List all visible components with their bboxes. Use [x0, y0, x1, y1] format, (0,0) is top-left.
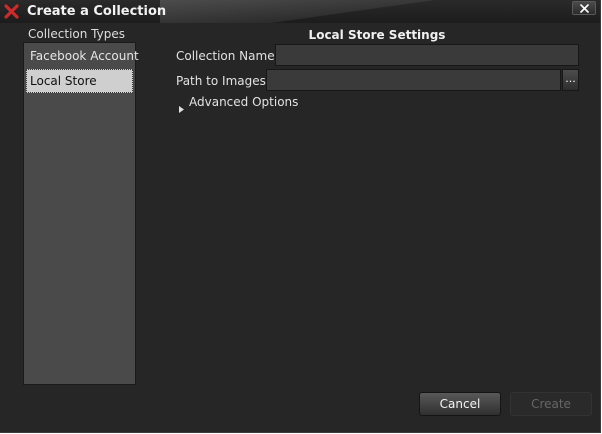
window-title: Create a Collection — [27, 4, 167, 19]
collection-type-local-store[interactable]: Local Store — [26, 69, 133, 93]
collection-type-facebook-account[interactable]: Facebook Account — [26, 44, 139, 68]
settings-heading: Local Store Settings — [308, 28, 446, 42]
path-to-images-input[interactable] — [266, 69, 561, 91]
path-to-images-label: Path to Images: — [176, 74, 270, 88]
collection-name-input[interactable] — [275, 44, 579, 66]
create-button[interactable]: Create — [510, 392, 592, 416]
collection-name-label: Collection Name: — [176, 49, 279, 63]
collection-types-list[interactable]: Facebook Account Local Store — [23, 42, 139, 385]
advanced-options-label: Advanced Options — [189, 95, 299, 109]
triangle-right-icon — [179, 98, 184, 117]
browse-button[interactable]: ... — [562, 69, 579, 91]
create-collection-dialog: Create a Collection Collection Types Fac… — [0, 0, 601, 433]
collection-types-label: Collection Types — [28, 27, 125, 41]
cancel-button[interactable]: Cancel — [419, 392, 501, 416]
close-button[interactable] — [572, 1, 596, 15]
title-bar-sheen — [160, 0, 600, 23]
red-x-icon — [4, 4, 19, 19]
title-bar[interactable]: Create a Collection — [0, 0, 600, 23]
close-icon — [580, 4, 589, 13]
